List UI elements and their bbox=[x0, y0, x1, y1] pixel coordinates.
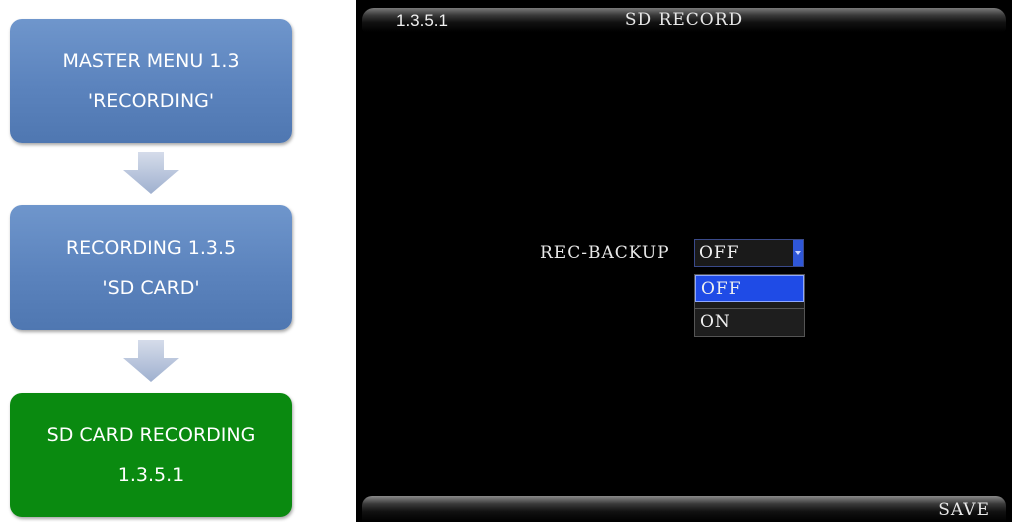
chevron-down-icon[interactable] bbox=[793, 240, 803, 266]
flow-step-title: MASTER MENU 1.3 bbox=[62, 50, 240, 72]
flow-step-master-menu: MASTER MENU 1.3 'RECORDING' bbox=[10, 19, 292, 143]
page-title: SD RECORD bbox=[624, 10, 744, 30]
option-on[interactable]: ON bbox=[695, 308, 804, 335]
flow-step-subtitle: 'SD CARD' bbox=[102, 276, 200, 299]
flow-step-title: SD CARD RECORDING bbox=[46, 424, 256, 446]
flow-step-recording: RECORDING 1.3.5 'SD CARD' bbox=[10, 205, 292, 330]
save-button[interactable]: SAVE bbox=[938, 500, 990, 520]
bottom-bar: SAVE bbox=[362, 496, 1006, 522]
dvr-menu-screen: 1.3.5.1 SD RECORD REC-BACKUP OFF OFF ON … bbox=[356, 0, 1012, 522]
flow-step-subtitle: 1.3.5.1 bbox=[117, 464, 185, 486]
title-bar: 1.3.5.1 SD RECORD bbox=[362, 8, 1006, 32]
flow-step-title: RECORDING 1.3.5 bbox=[65, 236, 237, 259]
rec-backup-value: OFF bbox=[699, 243, 740, 263]
rec-backup-options: OFF ON bbox=[694, 274, 805, 337]
rec-backup-label: REC-BACKUP bbox=[540, 243, 670, 263]
flow-step-subtitle: 'RECORDING' bbox=[87, 90, 215, 112]
down-arrow-icon bbox=[123, 152, 179, 194]
down-arrow-icon bbox=[123, 340, 179, 382]
option-off[interactable]: OFF bbox=[695, 275, 804, 302]
flow-step-sd-card-recording: SD CARD RECORDING 1.3.5.1 bbox=[10, 393, 292, 517]
rec-backup-select[interactable]: OFF bbox=[694, 239, 804, 267]
